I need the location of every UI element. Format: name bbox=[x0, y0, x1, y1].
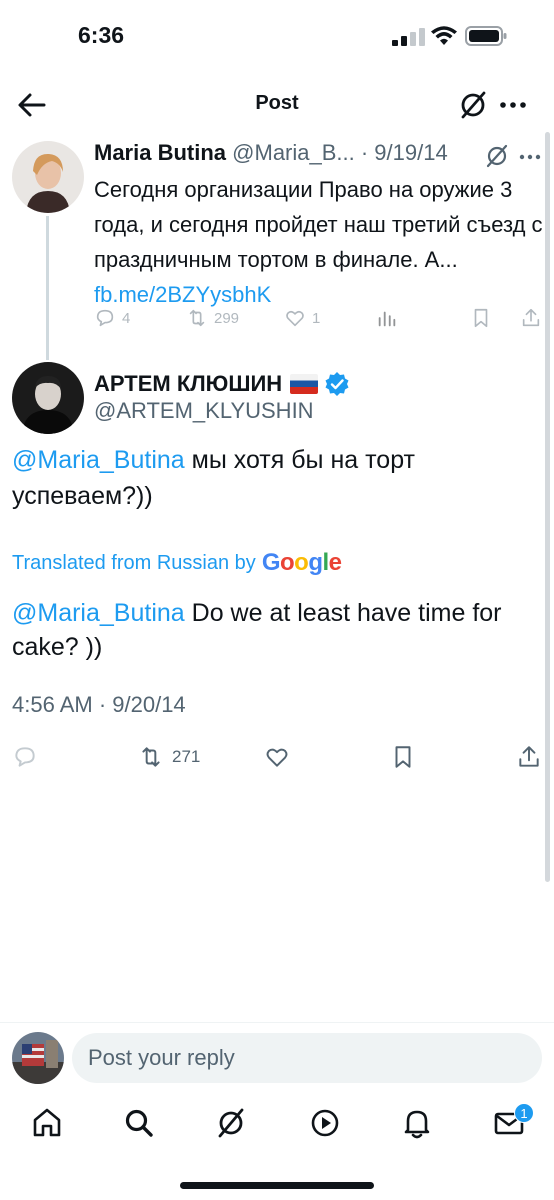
parent-retweet-button[interactable]: 299 bbox=[186, 306, 239, 330]
retweet-button[interactable]: 271 bbox=[138, 742, 200, 772]
parent-tweet-link[interactable]: fb.me/2BZYysbhK bbox=[94, 282, 271, 307]
grok-icon[interactable] bbox=[484, 143, 510, 169]
messages-badge: 1 bbox=[514, 1103, 534, 1123]
parent-views-button[interactable] bbox=[376, 306, 398, 330]
parent-retweet-count: 299 bbox=[214, 309, 240, 327]
russia-flag-icon bbox=[290, 374, 319, 394]
verified-icon[interactable] bbox=[324, 371, 350, 397]
nav-notifications[interactable] bbox=[400, 1106, 434, 1140]
parent-like-button[interactable]: 1 bbox=[284, 306, 320, 330]
parent-reply-count: 4 bbox=[122, 309, 131, 327]
google-logo: Google bbox=[261, 549, 342, 576]
battery-icon bbox=[465, 26, 507, 46]
reply-divider bbox=[0, 1022, 554, 1023]
home-indicator[interactable] bbox=[180, 1182, 374, 1189]
main-tweet-text: @Maria_Butina мы хотя бы на торт успевае… bbox=[12, 442, 532, 514]
main-author-handle[interactable]: @ARTEM_KLYUSHIN bbox=[94, 398, 314, 424]
retweet-icon bbox=[142, 747, 160, 767]
share-icon bbox=[519, 746, 539, 767]
bell-icon bbox=[404, 1110, 430, 1139]
translated-text: @Maria_Butina Do we at least have time f… bbox=[12, 596, 532, 664]
translation-attribution[interactable]: Translated from Russian by Google bbox=[12, 547, 342, 579]
thread-line bbox=[46, 216, 49, 360]
cellular-signal-icon bbox=[392, 28, 425, 46]
translated-label: Translated from Russian by bbox=[12, 551, 256, 574]
reply-icon bbox=[15, 747, 35, 767]
parent-bookmark-button[interactable] bbox=[470, 306, 492, 330]
parent-like-count: 1 bbox=[312, 309, 321, 327]
post-header: Post bbox=[0, 78, 554, 132]
retweet-icon bbox=[189, 309, 205, 327]
retweet-count: 271 bbox=[172, 747, 201, 766]
bookmark-icon bbox=[395, 746, 411, 768]
parent-share-button[interactable] bbox=[520, 306, 542, 330]
grok-icon bbox=[218, 1108, 244, 1138]
parent-tweet-body: Сегодня организации Право на оружие 3 го… bbox=[94, 177, 543, 272]
avatar-current-user[interactable] bbox=[12, 1032, 64, 1084]
nav-search[interactable] bbox=[122, 1106, 156, 1140]
main-author-name[interactable]: АРТЕМ КЛЮШИН bbox=[94, 371, 282, 397]
bottom-nav bbox=[0, 1100, 554, 1150]
parent-tweet-text: Сегодня организации Право на оружие 3 го… bbox=[94, 172, 544, 312]
nav-home[interactable] bbox=[30, 1106, 64, 1140]
search-icon bbox=[125, 1109, 153, 1137]
nav-grok[interactable] bbox=[214, 1106, 248, 1140]
more-icon[interactable] bbox=[498, 92, 528, 118]
reply-icon bbox=[96, 309, 114, 327]
like-icon bbox=[286, 310, 304, 327]
avatar-maria-butina[interactable] bbox=[12, 141, 84, 213]
grok-icon[interactable] bbox=[458, 90, 488, 120]
wifi-icon bbox=[431, 26, 457, 45]
bookmark-icon bbox=[474, 308, 488, 328]
bookmark-button[interactable] bbox=[390, 742, 416, 772]
parent-reply-button[interactable]: 4 bbox=[94, 306, 130, 330]
parent-tweet-actions: 4 299 1 bbox=[94, 306, 544, 330]
main-tweet-author[interactable]: АРТЕМ КЛЮШИН bbox=[94, 369, 350, 399]
parent-tweet-header: Maria Butina @Maria_B... · 9/19/14 bbox=[94, 140, 514, 166]
main-tweet-mention[interactable]: @Maria_Butina bbox=[12, 446, 185, 474]
more-icon[interactable] bbox=[518, 150, 542, 164]
play-icon bbox=[311, 1109, 339, 1137]
reply-input[interactable] bbox=[72, 1033, 542, 1083]
tweet-timestamp[interactable]: 4:56 AM · 9/20/14 bbox=[12, 692, 186, 718]
parent-author-name[interactable]: Maria Butina bbox=[94, 140, 226, 165]
like-button[interactable] bbox=[264, 742, 290, 772]
reply-button[interactable] bbox=[12, 742, 38, 772]
share-button[interactable] bbox=[516, 742, 542, 772]
home-icon bbox=[33, 1108, 61, 1137]
avatar-artem-klyushin[interactable] bbox=[12, 362, 84, 434]
translation-mention[interactable]: @Maria_Butina bbox=[12, 599, 185, 627]
status-bar: 6:36 bbox=[0, 0, 554, 74]
main-tweet-actions: 271 bbox=[0, 740, 554, 774]
share-icon bbox=[522, 308, 540, 327]
parent-handle-date[interactable]: @Maria_B... · 9/19/14 bbox=[232, 140, 448, 165]
nav-video[interactable] bbox=[308, 1106, 342, 1140]
like-icon bbox=[266, 748, 288, 767]
views-icon bbox=[378, 311, 396, 327]
status-time: 6:36 bbox=[78, 22, 125, 48]
